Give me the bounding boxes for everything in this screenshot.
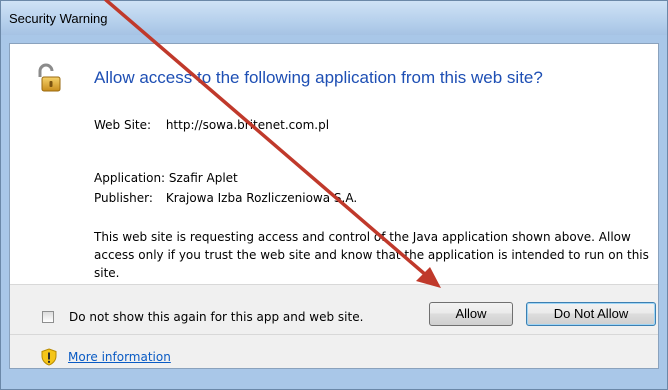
do-not-allow-button[interactable]: Do Not Allow — [526, 302, 656, 326]
web-site-value: http://sowa.britenet.com.pl — [165, 118, 330, 132]
dialog-content: Allow access to the following applicatio… — [9, 43, 659, 369]
warning-description: This web site is requesting access and c… — [94, 230, 649, 280]
web-site-row: Web Site: http://sowa.britenet.com.pl — [94, 118, 329, 132]
dialog-headline: Allow access to the following applicatio… — [94, 68, 543, 87]
title-bar[interactable]: Security Warning — [1, 1, 667, 35]
warning-shield-icon — [41, 348, 57, 366]
do-not-show-label[interactable]: Do not show this again for this app and … — [69, 310, 363, 324]
application-row: Application: Szafir Aplet — [94, 171, 238, 185]
do-not-show-checkbox[interactable] — [42, 311, 54, 323]
window-title: Security Warning — [9, 11, 108, 26]
more-information-link[interactable]: More information — [68, 350, 171, 364]
publisher-value: Krajowa Izba Rozliczeniowa S.A. — [165, 191, 358, 205]
security-warning-window: Security Warning Allow access to the fol… — [0, 0, 668, 390]
publisher-label: Publisher: — [94, 191, 153, 205]
unlocked-padlock-icon — [38, 63, 61, 92]
application-label: Application: — [94, 171, 166, 185]
application-value: Szafir Aplet — [168, 171, 238, 185]
publisher-row: Publisher: Krajowa Izba Rozliczeniowa S.… — [94, 191, 357, 205]
web-site-label: Web Site: — [94, 118, 152, 132]
allow-button[interactable]: Allow — [429, 302, 513, 326]
